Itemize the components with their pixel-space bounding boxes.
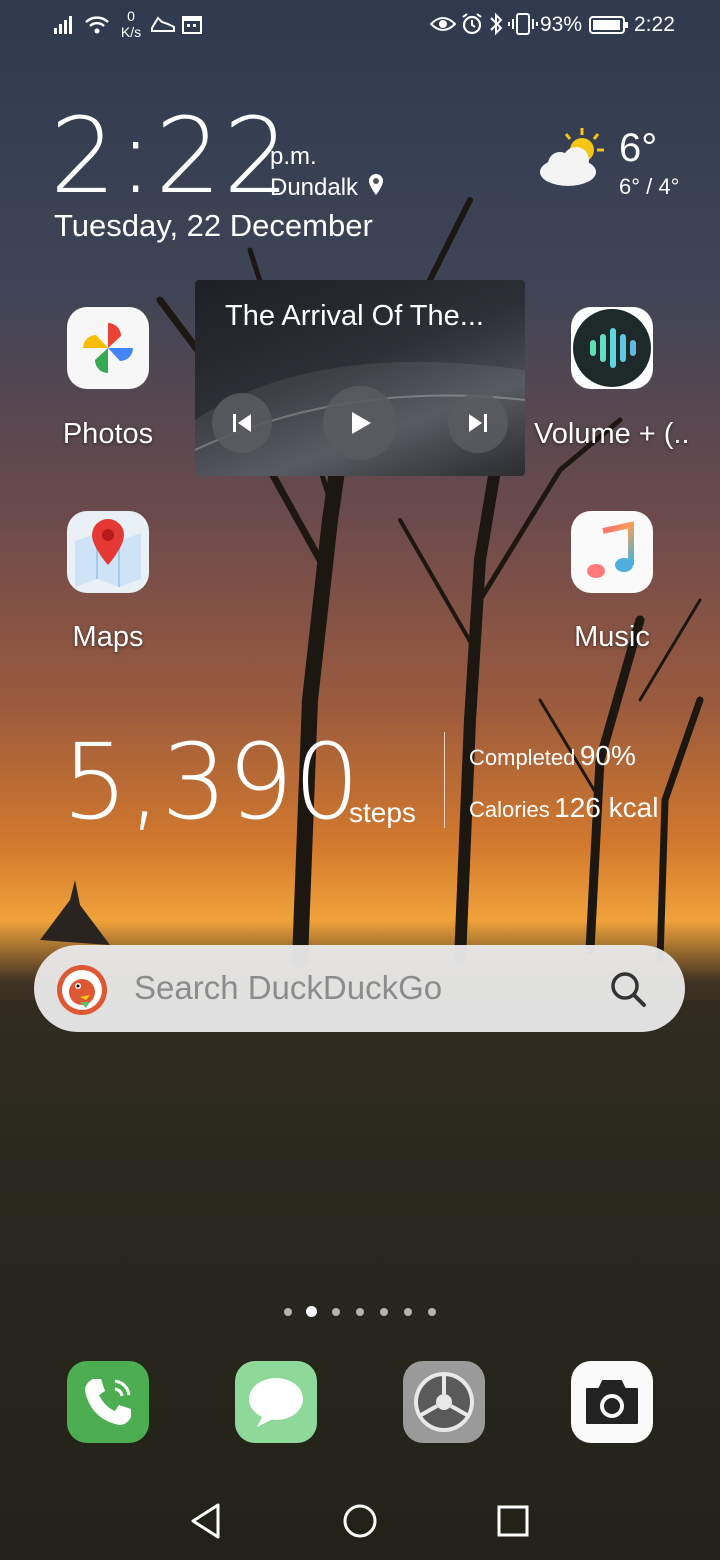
clock-time[interactable]: 2:22: [50, 104, 292, 208]
settings-app-icon[interactable]: [403, 1361, 485, 1443]
signal-icon: [54, 16, 72, 34]
photos-app-label[interactable]: Photos: [18, 418, 198, 451]
volume-app-icon[interactable]: [571, 307, 653, 389]
map-pin-icon: [75, 519, 141, 587]
equalizer-icon: [573, 309, 651, 387]
messages-app-icon[interactable]: [235, 1361, 317, 1443]
page-dot[interactable]: [428, 1308, 436, 1316]
duckduckgo-logo-icon: [57, 965, 107, 1015]
page-dot[interactable]: [284, 1308, 292, 1316]
clock-city: Dundalk: [270, 174, 359, 201]
net-speed-value: 0: [127, 8, 135, 24]
current-temperature: 6°: [619, 126, 658, 170]
music-app-icon[interactable]: [571, 511, 653, 593]
bluetooth-icon: [490, 12, 503, 36]
photos-app-icon[interactable]: [67, 307, 149, 389]
completed-label: Completed: [469, 745, 576, 770]
play-button[interactable]: [323, 386, 397, 460]
volume-app-label[interactable]: Volume + (..: [520, 418, 720, 451]
page-dot[interactable]: [356, 1308, 364, 1316]
music-note-icon: [587, 521, 634, 578]
page-dot[interactable]: [332, 1308, 340, 1316]
alarm-icon: [462, 13, 482, 35]
maps-app-icon[interactable]: [67, 511, 149, 593]
net-speed: 0 K/s: [118, 8, 144, 40]
recents-icon[interactable]: [496, 1504, 530, 1538]
completed-value: 90%: [579, 740, 636, 771]
music-player-widget[interactable]: The Arrival Of The...: [195, 280, 525, 476]
vibrate-icon: [508, 13, 538, 35]
camera-icon: [586, 1380, 638, 1424]
status-bar: 0 K/s 93% 2:22: [0, 0, 720, 50]
wifi-icon: [85, 16, 109, 34]
back-icon[interactable]: [188, 1502, 224, 1540]
pinwheel-icon: [83, 323, 133, 373]
eye-icon: [430, 17, 456, 31]
chat-bubble-icon: [249, 1378, 303, 1427]
track-title[interactable]: The Arrival Of The...: [225, 300, 484, 333]
page-dot[interactable]: [380, 1308, 388, 1316]
camera-app-icon[interactable]: [571, 1361, 653, 1443]
temperature-range: 6° / 4°: [619, 174, 680, 199]
battery-percent: 93%: [540, 13, 583, 36]
previous-track-button[interactable]: [212, 393, 272, 453]
page-dot[interactable]: [404, 1308, 412, 1316]
search-icon[interactable]: [609, 970, 647, 1008]
home-icon[interactable]: [342, 1503, 378, 1539]
phone-app-icon[interactable]: [67, 1361, 149, 1443]
status-time: 2:22: [634, 13, 675, 36]
calories-stat: Calories 126 kcal: [469, 792, 658, 824]
clock-date[interactable]: Tuesday, 22 December: [54, 208, 373, 244]
calories-label: Calories: [469, 797, 550, 822]
music-app-label[interactable]: Music: [522, 621, 702, 654]
skip-next-icon: [469, 414, 487, 432]
calories-value: 126 kcal: [554, 792, 659, 823]
completed-stat: Completed 90%: [469, 740, 636, 772]
steps-count[interactable]: 5,390: [62, 730, 360, 834]
gear-icon: [414, 1372, 474, 1432]
battery-icon: [589, 16, 628, 34]
shoe-icon: [151, 16, 175, 32]
net-speed-unit: K/s: [120, 24, 142, 40]
maps-app-label[interactable]: Maps: [18, 621, 198, 654]
page-dot-active[interactable]: [306, 1306, 317, 1317]
calendar-icon: [182, 16, 202, 34]
clock-ampm: p.m.: [270, 143, 317, 170]
partly-cloudy-icon[interactable]: [538, 124, 612, 190]
skip-previous-icon: [233, 414, 251, 432]
next-track-button[interactable]: [448, 393, 508, 453]
play-icon: [352, 412, 371, 434]
steps-divider: [444, 732, 445, 828]
location-pin-icon: [369, 174, 383, 195]
search-placeholder[interactable]: Search DuckDuckGo: [134, 969, 442, 1007]
phone-handset-icon: [85, 1379, 131, 1425]
search-bar[interactable]: Search DuckDuckGo: [34, 945, 685, 1032]
steps-label: steps: [349, 797, 416, 828]
